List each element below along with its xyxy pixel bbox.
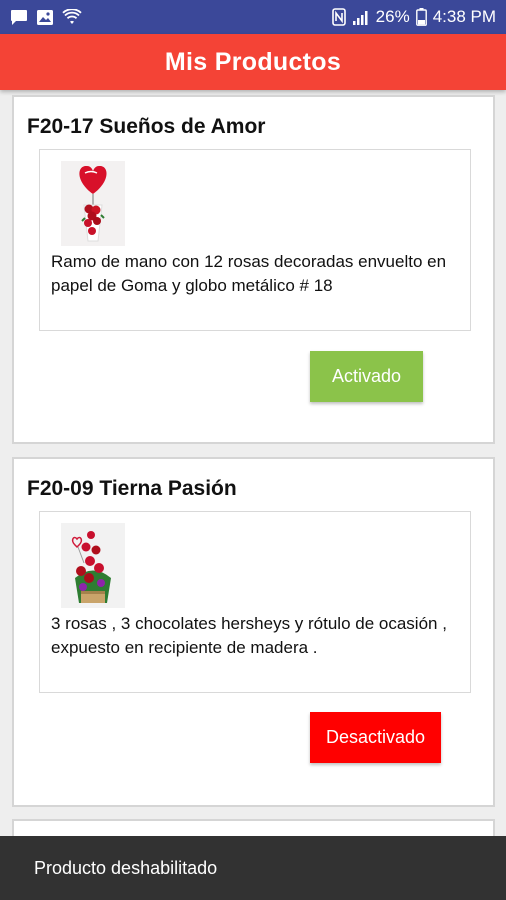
battery-icon: [415, 8, 427, 26]
signal-icon: [352, 9, 370, 26]
product-title: F20-17 Sueños de Amor: [27, 115, 266, 138]
nfc-icon: [331, 8, 346, 26]
app-bar: Mis Productos: [0, 34, 506, 90]
wifi-icon: [62, 8, 82, 26]
product-card: F20-17 Sueños de Amor Ramo de mano con 1…: [12, 95, 495, 444]
product-description: 3 rosas , 3 chocolates hersheys y rótulo…: [51, 614, 447, 657]
status-button-label: Desactivado: [325, 727, 426, 747]
snackbar-message: Producto deshabilitado: [34, 857, 218, 878]
product-details-box: 3 rosas , 3 chocolates hersheys y rótulo…: [39, 511, 471, 693]
deactivated-status-button[interactable]: Desactivado: [310, 712, 441, 763]
image-icon: [36, 9, 54, 26]
snackbar: Producto deshabilitado: [0, 836, 506, 900]
battery-percent: 26%: [375, 7, 410, 26]
product-image: [61, 161, 125, 246]
activated-status-button[interactable]: Activado: [310, 351, 423, 402]
product-list[interactable]: F20-17 Sueños de Amor Ramo de mano con 1…: [0, 90, 506, 836]
status-button-label: Activado: [331, 366, 402, 386]
product-title: F20-09 Tierna Pasión: [27, 477, 237, 500]
page-title: Mis Productos: [164, 47, 342, 76]
product-details-box: Ramo de mano con 12 rosas decoradas envu…: [39, 149, 471, 331]
product-description: Ramo de mano con 12 rosas decoradas envu…: [51, 252, 447, 295]
status-right-icons: 26% 4:38 PM: [331, 7, 496, 27]
status-bar: 26% 4:38 PM: [0, 0, 506, 34]
product-card: F20-09 Tierna Pasión 3 rosas , 3 chocola…: [12, 457, 495, 807]
clock: 4:38 PM: [432, 7, 496, 26]
product-image: [61, 523, 125, 608]
product-card: [12, 819, 495, 836]
status-left-icons: [10, 8, 82, 26]
chat-icon: [10, 9, 28, 26]
